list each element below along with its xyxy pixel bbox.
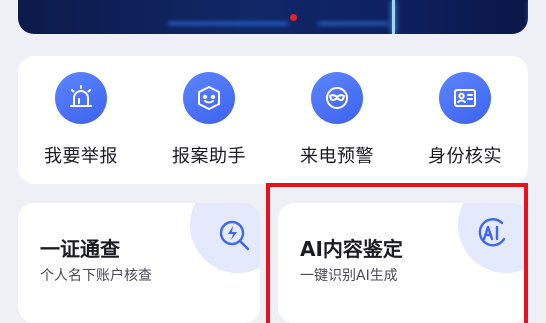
tool-identity-check[interactable]: 身份核实: [410, 72, 520, 182]
search-lightning-icon: [219, 220, 250, 251]
tool-label: 报案助手: [172, 146, 246, 167]
top-banner[interactable]: [18, 0, 528, 34]
banner-glow-line: [318, 22, 388, 25]
banner-indicator-dot: [290, 14, 297, 21]
tool-label: 我要举报: [44, 146, 118, 167]
robot-assistant-icon: [183, 72, 235, 124]
tool-case-assistant[interactable]: 报案助手: [154, 72, 264, 182]
highlight-frame: [266, 183, 528, 323]
card-title: 一证通查: [40, 237, 120, 261]
banner-light-bar: [392, 0, 395, 34]
quick-tools-card: 我要举报 报案助手 来电预警 身份核实: [18, 56, 528, 184]
id-card-icon: [439, 72, 491, 124]
tool-report[interactable]: 我要举报: [26, 72, 136, 182]
tool-call-warning[interactable]: 来电预警: [282, 72, 392, 182]
tool-label: 来电预警: [300, 146, 374, 167]
card-account-check[interactable]: 一证通查 个人名下账户核查: [18, 203, 260, 323]
masked-caller-icon: [311, 72, 363, 124]
tool-label: 身份核实: [428, 146, 502, 167]
alarm-siren-icon: [55, 72, 107, 124]
card-subtitle: 个人名下账户核查: [40, 268, 152, 284]
banner-glow-line: [168, 22, 288, 25]
